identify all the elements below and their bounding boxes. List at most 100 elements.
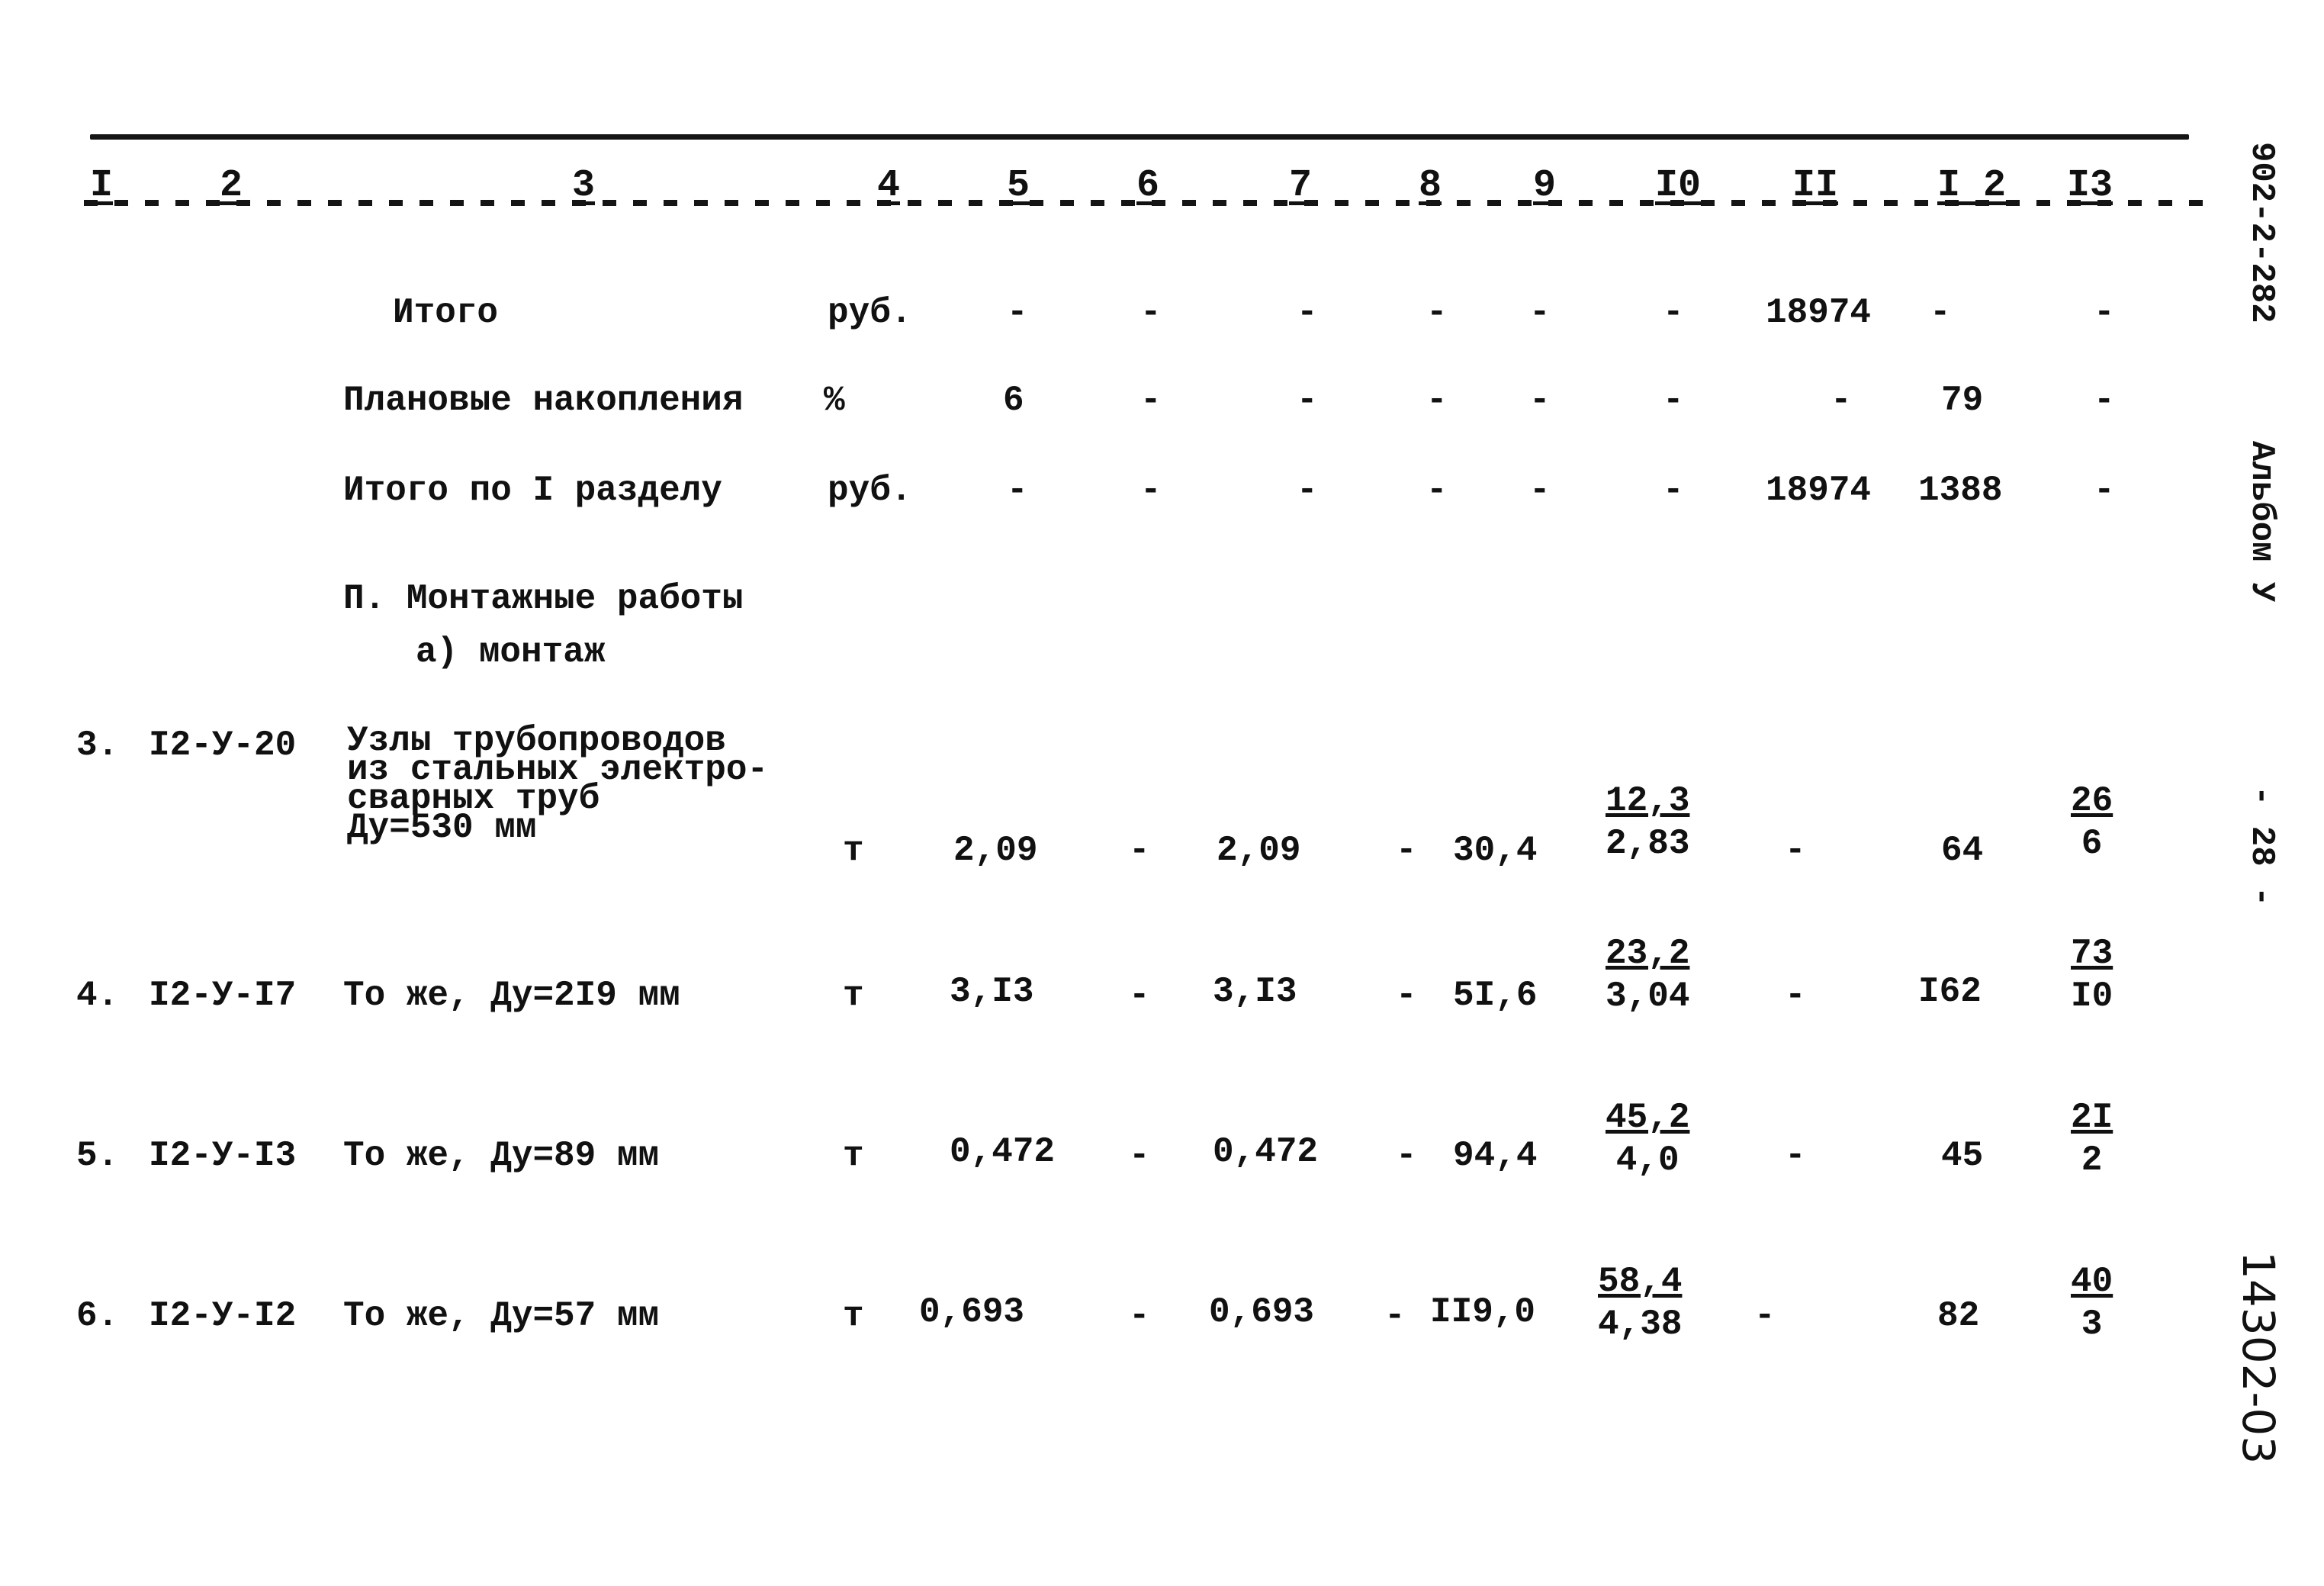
unit: т [843, 831, 864, 870]
cell-c13: - [2094, 471, 2115, 510]
fraction-denominator: 3,04 [1606, 976, 1690, 1016]
cell-c12: - [1930, 293, 1951, 333]
cell-c6: - [1129, 1296, 1150, 1336]
cell-c11: 18974 [1766, 471, 1872, 510]
cell-c10-fraction: 45,2 4,0 [1606, 1099, 1689, 1179]
fraction-numerator: 73 [2071, 934, 2113, 973]
fraction-denominator: 2,83 [1606, 824, 1690, 864]
cell-c8: - [1426, 471, 1448, 510]
column-number-header: I 2 3 4 5 6 7 8 9 I0 II I 2 I3 [84, 163, 2220, 217]
cell-c13: - [2094, 293, 2115, 333]
cell-c5: - [1007, 293, 1028, 333]
fraction-numerator: 40 [2071, 1262, 2113, 1301]
fraction-numerator: 26 [2071, 781, 2113, 821]
row-label: Итого по I разделу [343, 471, 722, 510]
header-dash-rule [84, 200, 2212, 206]
cell-c13-fraction: 2I 2 [2071, 1099, 2113, 1179]
cell-c11: - [1785, 1136, 1806, 1176]
cell-c10: - [1663, 293, 1684, 333]
cell-c7: 3,I3 [1213, 972, 1297, 1012]
cell-c5: 0,472 [950, 1132, 1056, 1172]
cell-c10-fraction: 58,4 4,38 [1598, 1263, 1682, 1343]
cell-c9: - [1529, 471, 1551, 510]
fraction-denominator: 4,38 [1598, 1305, 1683, 1344]
item-code: I2-У-I3 [149, 1136, 297, 1176]
cell-c7: 2,09 [1217, 831, 1301, 870]
row-label: Плановые накопления [343, 381, 744, 420]
cell-c13-fraction: 26 6 [2071, 782, 2113, 863]
cell-c9: 30,4 [1453, 831, 1538, 870]
item-number: 6. [76, 1296, 119, 1336]
item-number: 4. [76, 976, 119, 1015]
margin-inventory-number: 14302-03 [2232, 1251, 2284, 1465]
item-code: I2-У-I7 [149, 976, 297, 1015]
unit: руб. [828, 293, 912, 333]
section-title: П. Монтажные работы [343, 579, 744, 619]
unit: т [843, 1136, 864, 1176]
item-code: I2-У-20 [149, 725, 297, 765]
item-description: То же, Ду=89 мм [343, 1136, 660, 1176]
cell-c9: - [1529, 293, 1551, 333]
cell-c12: 79 [1941, 381, 1984, 420]
cell-c12: I62 [1918, 972, 1982, 1012]
item-description: То же, Ду=2I9 мм [343, 976, 680, 1015]
cell-c10-fraction: 12,3 2,83 [1606, 782, 1689, 863]
cell-c11: - [1754, 1296, 1776, 1336]
cell-c12: 64 [1941, 831, 1984, 870]
section-subtitle: а) монтаж [416, 632, 606, 672]
cell-c9: II9,0 [1430, 1292, 1536, 1332]
margin-album: Альбом У [2242, 441, 2281, 603]
unit: т [843, 1296, 864, 1336]
page-number: - 28 - [2242, 786, 2281, 907]
unit: % [824, 381, 845, 420]
cell-c6: - [1140, 381, 1162, 420]
unit: руб. [828, 471, 912, 510]
cell-c8: - [1396, 1136, 1417, 1176]
cell-c5: - [1007, 471, 1028, 510]
cell-c6: - [1129, 1136, 1150, 1176]
cell-c10: - [1663, 381, 1684, 420]
cell-c8: - [1396, 831, 1417, 870]
cell-c8: - [1396, 976, 1417, 1015]
row-label: Итого [393, 293, 499, 333]
cell-c8: - [1426, 293, 1448, 333]
fraction-denominator: 2 [2081, 1140, 2103, 1180]
fraction-denominator: I0 [2071, 976, 2113, 1016]
cell-c7: - [1297, 381, 1318, 420]
cell-c11: - [1785, 976, 1806, 1015]
item-description: Узлы трубопроводов из стальных электро- … [347, 721, 769, 848]
cell-c11: 18974 [1766, 293, 1872, 333]
item-number: 3. [76, 725, 119, 765]
top-rule [90, 134, 2189, 140]
margin-code: 902-2-282 [2242, 142, 2281, 323]
cell-c12: 82 [1937, 1296, 1980, 1336]
cell-c6: - [1129, 831, 1150, 870]
item-description: То же, Ду=57 мм [343, 1296, 660, 1336]
cell-c5: 6 [1003, 381, 1024, 420]
cell-c5: 3,I3 [950, 972, 1034, 1012]
item-number: 5. [76, 1136, 119, 1176]
cell-c12: 1388 [1918, 471, 2003, 510]
fraction-denominator: 4,0 [1615, 1140, 1680, 1180]
cell-c7: - [1297, 471, 1318, 510]
cell-c10-fraction: 23,2 3,04 [1606, 935, 1689, 1015]
fraction-numerator: 12,3 [1606, 781, 1690, 821]
cell-c6: - [1129, 976, 1150, 1015]
cell-c13-fraction: 73 I0 [2071, 935, 2113, 1015]
cell-c8: - [1384, 1296, 1406, 1336]
fraction-numerator: 58,4 [1598, 1262, 1683, 1301]
cell-c9: 94,4 [1453, 1136, 1538, 1176]
cell-c9: - [1529, 381, 1551, 420]
fraction-denominator: 3 [2081, 1305, 2103, 1344]
cell-c6: - [1140, 293, 1162, 333]
fraction-numerator: 45,2 [1606, 1098, 1690, 1137]
cell-c12: 45 [1941, 1136, 1984, 1176]
cell-c5: 2,09 [953, 831, 1038, 870]
cell-c13: - [2094, 381, 2115, 420]
cell-c6: - [1140, 471, 1162, 510]
cell-c11: - [1831, 381, 1852, 420]
unit: т [843, 976, 864, 1015]
cell-c8: - [1426, 381, 1448, 420]
cell-c13-fraction: 40 3 [2071, 1263, 2113, 1343]
cell-c10: - [1663, 471, 1684, 510]
